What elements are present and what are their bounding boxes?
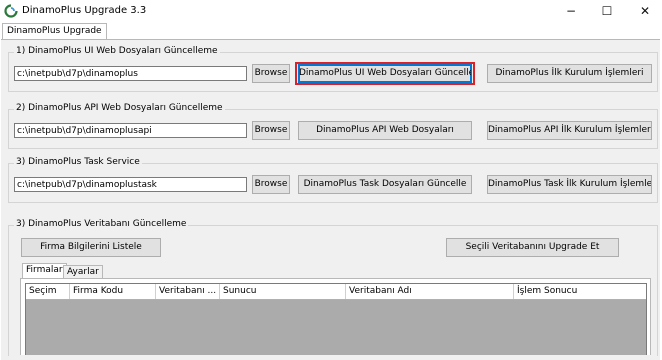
tab-dinamoplus-upgrade[interactable]: DinamoPlus Upgrade (2, 23, 107, 40)
ui-web-update-button[interactable]: DinamoPlus UI Web Dosyaları Güncelle (298, 64, 472, 83)
app-logo-icon (4, 4, 18, 18)
api-web-path-input[interactable]: c:\inetpub\d7p\dinamoplusapi (14, 123, 247, 138)
maximize-button[interactable]: ☐ (592, 0, 622, 22)
window-title: DinamoPlus Upgrade 3.3 (22, 5, 147, 16)
upgrade-selected-database-button[interactable]: Seçili Veritabanını Upgrade Et (446, 238, 619, 257)
company-grid[interactable]: Seçim Firma Kodu Veritabanı ... Sunucu V… (25, 283, 647, 355)
task-service-group-label: 3) DinamoPlus Task Service (14, 157, 142, 167)
ui-web-path-input[interactable]: c:\inetpub\d7p\dinamoplus (14, 66, 247, 81)
column-header-veritabani-adi[interactable]: Veritabanı Adı (346, 284, 514, 299)
column-header-secim[interactable]: Seçim (26, 284, 70, 299)
task-service-path-input[interactable]: c:\inetpub\d7p\dinamoplustask (14, 177, 247, 192)
task-initial-setup-button[interactable]: DinamoPlus Task İlk Kurulum İşlemleri (487, 175, 652, 194)
list-company-info-button[interactable]: Firma Bilgilerini Listele (21, 238, 161, 257)
column-header-firma-kodu[interactable]: Firma Kodu (70, 284, 156, 299)
tab-ayarlar[interactable]: Ayarlar (63, 265, 103, 279)
ui-web-browse-button[interactable]: Browse (252, 64, 290, 83)
minimize-button[interactable]: − (556, 0, 586, 22)
api-initial-setup-button[interactable]: DinamoPlus API İlk Kurulum İşlemleri (487, 121, 652, 140)
grid-header-row: Seçim Firma Kodu Veritabanı ... Sunucu V… (26, 284, 646, 300)
api-web-browse-button[interactable]: Browse (252, 121, 290, 140)
database-update-group-label: 3) DinamoPlus Veritabanı Güncelleme (14, 219, 189, 229)
column-header-veritabani-tipi[interactable]: Veritabanı ... (156, 284, 220, 299)
ui-web-files-group-label: 1) DinamoPlus UI Web Dosyaları Güncellem… (14, 46, 220, 56)
column-header-islem-sonucu[interactable]: İşlem Sonucu (514, 284, 646, 299)
close-button[interactable]: ✕ (630, 0, 660, 22)
api-web-files-group-label: 2) DinamoPlus API Web Dosyaları Güncelle… (14, 103, 225, 113)
task-files-update-button[interactable]: DinamoPlus Task Dosyaları Güncelle (298, 175, 472, 194)
ui-initial-setup-button[interactable]: DinamoPlus İlk Kurulum İşlemleri (487, 64, 652, 83)
tab-firmalar[interactable]: Firmalar (22, 263, 67, 279)
api-web-update-button[interactable]: DinamoPlus API Web Dosyaları (298, 121, 472, 140)
task-service-browse-button[interactable]: Browse (252, 175, 290, 194)
column-header-sunucu[interactable]: Sunucu (220, 284, 346, 299)
